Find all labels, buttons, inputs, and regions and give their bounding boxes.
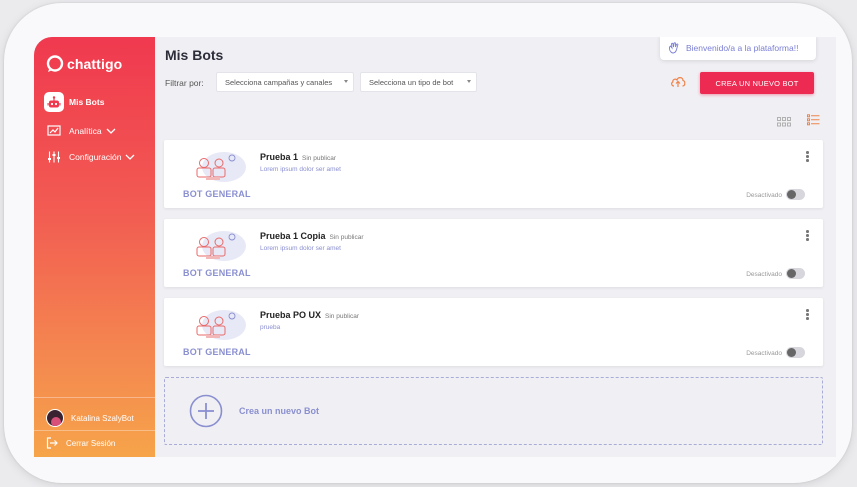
- caret-down-icon: [467, 80, 471, 83]
- logout-icon: [46, 437, 58, 449]
- toggle-label: Desactivado: [746, 192, 782, 199]
- bot-name-text: Prueba PO UX: [260, 310, 322, 320]
- plus-circle-icon: [189, 394, 223, 428]
- chart-icon: [44, 123, 64, 139]
- sidebar-item-label: Configuración: [69, 152, 122, 162]
- chevron-down-icon: [125, 154, 135, 160]
- bot-description: prueba: [260, 324, 281, 331]
- campaign-filter-placeholder: Selecciona campañas y canales: [225, 77, 333, 87]
- cloud-upload-icon[interactable]: [670, 75, 686, 93]
- bot-illustration: [186, 149, 248, 188]
- avatar: [46, 409, 64, 427]
- bot-illustration: [186, 307, 248, 346]
- logo-text: chattigo: [67, 56, 123, 72]
- logout-label: Cerrar Sesión: [66, 438, 116, 448]
- bot-active-toggle[interactable]: [786, 347, 805, 358]
- list-view-icon[interactable]: [807, 113, 820, 131]
- bot-name-text: Prueba 1: [260, 152, 299, 162]
- waving-hand-icon: [668, 42, 680, 54]
- bot-name-text: Prueba 1 Copia: [260, 231, 326, 241]
- logout-button[interactable]: Cerrar Sesión: [46, 437, 115, 449]
- bot-name: Prueba 1 Copia Sin publicar: [260, 231, 364, 241]
- bot-name: Prueba PO UX Sin publicar: [260, 310, 359, 320]
- sliders-icon: [44, 149, 64, 165]
- bot-status: Sin publicar: [302, 155, 336, 162]
- user-profile[interactable]: Katalina SzalyBot: [46, 409, 134, 427]
- filter-label: Filtrar por:: [165, 78, 204, 88]
- more-options-icon[interactable]: [806, 230, 809, 241]
- bot-status: Sin publicar: [325, 313, 359, 320]
- bot-card[interactable]: BOT GENERAL Prueba 1 Copia Sin publicar L…: [164, 219, 823, 287]
- sidebar-item-label: Mis Bots: [69, 97, 105, 107]
- more-options-icon[interactable]: [806, 309, 809, 320]
- robot-icon: [44, 92, 64, 112]
- caret-down-icon: [344, 80, 348, 83]
- grid-view-icon[interactable]: [777, 114, 791, 132]
- sidebar-item-label: Analítica: [69, 126, 102, 136]
- welcome-text: Bienvenido/a a la plataforma!!: [686, 43, 799, 53]
- device-frame: chattigo Mis Bots Analítica Configuració…: [4, 3, 852, 483]
- chevron-down-icon: [106, 128, 116, 134]
- campaign-filter-select[interactable]: Selecciona campañas y canales: [216, 72, 354, 92]
- sidebar-item-mis-bots[interactable]: Mis Bots: [44, 92, 105, 112]
- bot-status: Sin publicar: [329, 234, 364, 241]
- sidebar-divider: [34, 430, 155, 431]
- new-bot-label: Crea un nuevo Bot: [239, 406, 320, 416]
- toggle-label: Desactivado: [746, 350, 782, 357]
- user-name: Katalina SzalyBot: [71, 413, 134, 423]
- more-options-icon[interactable]: [806, 151, 809, 162]
- bot-illustration: [186, 228, 248, 267]
- bot-type: BOT GENERAL: [183, 347, 251, 357]
- bot-name: Prueba 1 Sin publicar: [260, 152, 336, 162]
- logo: chattigo: [46, 55, 122, 73]
- sidebar-divider: [34, 397, 155, 398]
- app-screen: chattigo Mis Bots Analítica Configuració…: [34, 37, 836, 457]
- bot-type: BOT GENERAL: [183, 189, 251, 199]
- bot-type: BOT GENERAL: [183, 268, 251, 278]
- bot-active-toggle[interactable]: [786, 268, 805, 279]
- chat-bubble-icon: [46, 55, 64, 72]
- bot-type-filter-select[interactable]: Selecciona un tipo de bot: [360, 72, 477, 92]
- sidebar-item-configuracion[interactable]: Configuración: [44, 149, 135, 165]
- new-bot-card[interactable]: Crea un nuevo Bot: [164, 377, 823, 445]
- bot-card[interactable]: BOT GENERAL Prueba 1 Sin publicar Lorem i…: [164, 140, 823, 208]
- page-title: Mis Bots: [165, 47, 224, 63]
- welcome-banner: Bienvenido/a a la plataforma!!: [660, 37, 816, 60]
- bot-description: Lorem ipsum dolor ser amet: [260, 166, 341, 173]
- toggle-label: Desactivado: [746, 271, 782, 278]
- bot-active-toggle[interactable]: [786, 189, 805, 200]
- bot-description: Lorem ipsum dolor ser amet: [260, 245, 341, 252]
- main-content: Mis Bots Bienvenido/a a la plataforma!! …: [155, 37, 836, 457]
- bot-card[interactable]: BOT GENERAL Prueba PO UX Sin publicar pru…: [164, 298, 823, 366]
- bot-type-filter-placeholder: Selecciona un tipo de bot: [369, 77, 454, 87]
- sidebar: chattigo Mis Bots Analítica Configuració…: [34, 37, 155, 457]
- create-bot-button[interactable]: CREA UN NUEVO BOT: [700, 72, 814, 94]
- sidebar-item-analitica[interactable]: Analítica: [44, 123, 116, 139]
